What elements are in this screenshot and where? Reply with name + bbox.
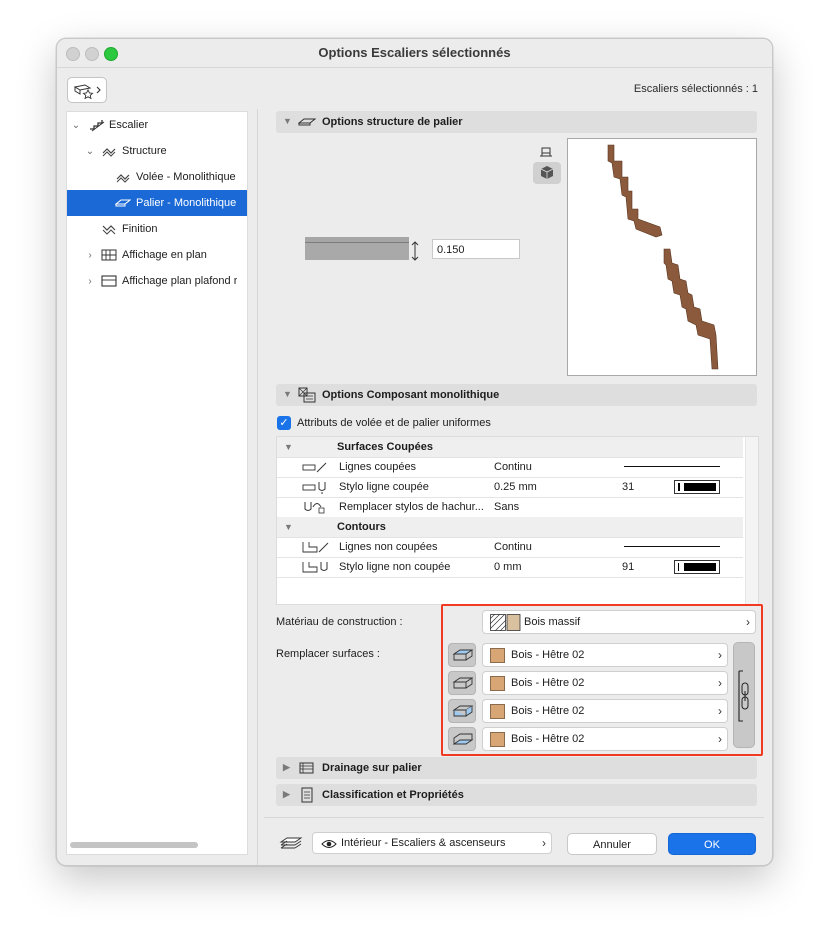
monolithic-icon bbox=[298, 387, 316, 403]
layer-popup[interactable]: Intérieur - Escaliers & ascenseurs › bbox=[312, 832, 552, 854]
landing-icon bbox=[115, 199, 131, 207]
3d-view-button[interactable] bbox=[533, 162, 561, 184]
stair-preview-drawing bbox=[607, 144, 719, 370]
surfaces-label: Remplacer surfaces : bbox=[276, 648, 380, 660]
structure-icon bbox=[102, 148, 116, 157]
view-toggle-icon[interactable] bbox=[539, 145, 553, 159]
disclosure-open-icon[interactable]: ▼ bbox=[284, 442, 293, 452]
drainage-icon bbox=[299, 762, 314, 774]
attributes-table: ▼ Surfaces Coupées Lignes coupées Contin… bbox=[276, 436, 759, 605]
window-title: Options Escaliers sélectionnés bbox=[318, 45, 511, 60]
chevron-right-icon: › bbox=[542, 836, 546, 850]
favorites-icon bbox=[73, 84, 101, 100]
dialog-window: Options Escaliers sélectionnés Escaliers… bbox=[56, 38, 773, 866]
tree-item-affichage-plan[interactable]: › Affichage en plan bbox=[67, 242, 247, 268]
cube-icon bbox=[540, 166, 554, 179]
tree-item-palier[interactable]: Palier - Monolithique bbox=[67, 190, 247, 216]
cut-pen-icon bbox=[302, 482, 326, 494]
drainage-header[interactable]: ▶ Drainage sur palier bbox=[276, 757, 757, 779]
disclosure-open-icon[interactable]: ▼ bbox=[283, 116, 292, 126]
cancel-button[interactable]: Annuler bbox=[567, 833, 657, 855]
thickness-diagram-icon bbox=[305, 237, 419, 261]
classification-header[interactable]: ▶ Classification et Propriétés bbox=[276, 784, 757, 806]
eye-icon bbox=[321, 840, 337, 848]
disclosure-open-icon[interactable]: ▼ bbox=[283, 389, 292, 399]
table-row[interactable]: Stylo ligne non coupée 0 mm 91 bbox=[277, 557, 743, 578]
layers-icon bbox=[279, 837, 303, 849]
material-label: Matériau de construction : bbox=[276, 616, 403, 628]
monolithic-component-header[interactable]: ▼ Options Composant monolithique bbox=[276, 384, 757, 406]
ok-button[interactable]: OK bbox=[668, 833, 756, 855]
chevron-down-icon[interactable]: ⌄ bbox=[85, 146, 95, 157]
line-type-preview bbox=[624, 466, 720, 467]
landing-icon bbox=[298, 118, 316, 126]
line-type-preview bbox=[624, 546, 720, 547]
landing-structure-header[interactable]: ▼ Options structure de palier bbox=[276, 111, 757, 133]
disclosure-closed-icon[interactable]: ▶ bbox=[283, 762, 290, 773]
tree-item-volee[interactable]: Volée - Monolithique bbox=[67, 164, 247, 190]
footer-divider bbox=[264, 817, 764, 818]
table-group-outlines[interactable]: ▼ Contours bbox=[277, 517, 743, 538]
table-row[interactable]: Lignes coupées Continu bbox=[277, 457, 743, 478]
ceiling-plan-icon bbox=[101, 275, 117, 287]
hatch-pen-override-icon bbox=[304, 502, 325, 514]
uniform-attributes-label: Attributs de volée et de palier uniforme… bbox=[297, 417, 491, 429]
uncut-line-icon bbox=[302, 542, 329, 553]
thickness-input[interactable]: 0.150 bbox=[432, 239, 520, 259]
checkmark-icon: ✓ bbox=[279, 417, 289, 429]
chevron-down-icon[interactable]: ⌄ bbox=[71, 120, 81, 131]
tree-item-finition[interactable]: Finition bbox=[67, 216, 247, 242]
pen-swatch[interactable] bbox=[674, 480, 720, 494]
panel-divider[interactable] bbox=[257, 109, 258, 865]
uniform-attributes-checkbox[interactable]: ✓ bbox=[277, 416, 291, 430]
cut-line-icon bbox=[302, 462, 327, 473]
table-group-cut-surfaces[interactable]: ▼ Surfaces Coupées bbox=[277, 437, 743, 458]
table-row[interactable]: Stylo ligne coupée 0.25 mm 31 bbox=[277, 477, 743, 498]
tree-horizontal-scrollbar[interactable] bbox=[70, 842, 198, 848]
table-vertical-scrollbar[interactable] bbox=[745, 437, 758, 604]
disclosure-open-icon[interactable]: ▼ bbox=[284, 522, 293, 532]
settings-tree: ⌄ Escalier ⌄ Structure Volée - Monolithi… bbox=[66, 111, 248, 855]
finish-icon bbox=[102, 225, 116, 235]
floor-plan-icon bbox=[101, 249, 117, 261]
chevron-right-icon[interactable]: › bbox=[85, 250, 95, 261]
disclosure-closed-icon[interactable]: ▶ bbox=[283, 789, 290, 800]
tree-item-escalier[interactable]: ⌄ Escalier bbox=[67, 112, 247, 138]
preview-3d bbox=[567, 138, 757, 376]
tree-item-affichage-plafond[interactable]: › Affichage plan plafond r bbox=[67, 268, 247, 294]
favorites-button[interactable] bbox=[67, 77, 107, 103]
stair-icon bbox=[90, 120, 105, 132]
flight-icon bbox=[116, 174, 130, 183]
title-bar: Options Escaliers sélectionnés bbox=[57, 39, 772, 68]
selection-count: Escaliers sélectionnés : 1 bbox=[633, 83, 758, 95]
uncut-pen-icon bbox=[302, 562, 328, 573]
tree-item-structure[interactable]: ⌄ Structure bbox=[67, 138, 247, 164]
table-row[interactable]: Lignes non coupées Continu bbox=[277, 537, 743, 558]
chevron-right-icon[interactable]: › bbox=[85, 276, 95, 287]
document-icon bbox=[301, 787, 313, 803]
highlight-box bbox=[441, 604, 763, 756]
table-row[interactable]: Remplacer stylos de hachur... Sans bbox=[277, 497, 743, 518]
pen-swatch[interactable] bbox=[674, 560, 720, 574]
